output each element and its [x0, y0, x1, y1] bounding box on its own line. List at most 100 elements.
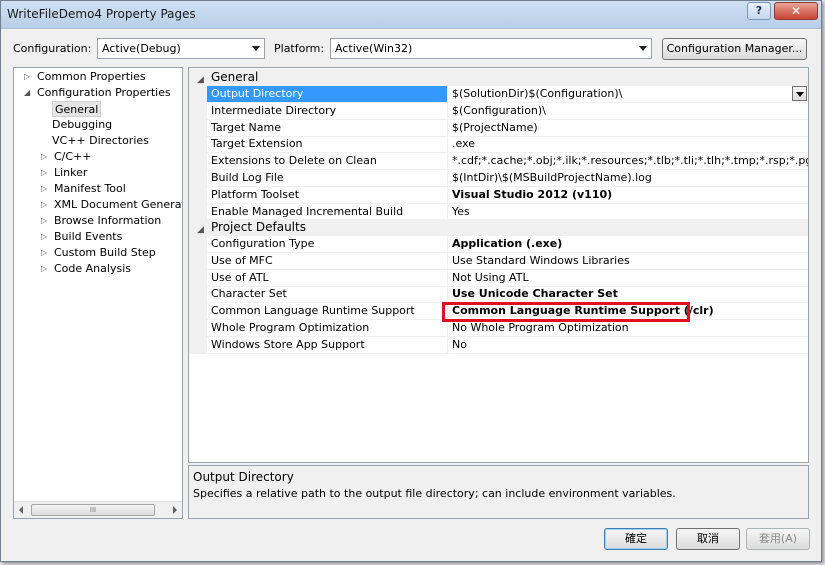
row-margin — [189, 102, 207, 120]
row-margin — [189, 86, 207, 103]
property-grid[interactable]: ◢ General Output Directory $(SolutionDir)… — [188, 67, 809, 463]
property-name[interactable]: Extensions to Delete on Clean — [207, 153, 448, 171]
expand-icon[interactable]: ▷ — [41, 213, 51, 229]
cancel-button[interactable]: 取消 — [676, 528, 740, 550]
property-row[interactable]: Configuration Type Application (.exe) — [189, 236, 808, 253]
property-row[interactable]: Use of ATL Not Using ATL — [189, 269, 808, 287]
property-row[interactable]: Build Log File $(IntDir)\$(MSBuildProject… — [189, 170, 808, 187]
property-name[interactable]: Configuration Type — [207, 236, 448, 253]
property-name[interactable]: Platform Toolset — [207, 186, 448, 204]
tree-item[interactable]: Configuration Properties — [37, 85, 171, 101]
expand-icon[interactable]: ▷ — [24, 69, 34, 85]
expand-icon[interactable]: ◢ — [24, 85, 34, 101]
platform-select[interactable]: Active(Win32) — [330, 38, 652, 59]
tree-item[interactable]: VC++ Directories — [52, 133, 149, 149]
property-row[interactable]: Target Extension .exe — [189, 136, 808, 154]
tree-item[interactable]: General — [52, 101, 102, 117]
expand-icon[interactable]: ▷ — [41, 165, 51, 181]
row-margin — [189, 153, 207, 171]
tree-item[interactable]: Linker — [54, 165, 87, 181]
property-value[interactable]: No Whole Program Optimization — [449, 320, 808, 337]
tree-item[interactable]: C/C++ — [54, 149, 92, 165]
chevron-down-icon — [639, 46, 647, 51]
expand-icon[interactable]: ▷ — [41, 229, 51, 245]
apply-button[interactable]: 套用(A) — [746, 528, 810, 550]
close-button[interactable]: ✕ — [774, 2, 818, 20]
title-bar[interactable]: WriteFileDemo4 Property Pages ? ✕ — [1, 1, 821, 29]
tree-item[interactable]: Build Events — [54, 229, 122, 245]
property-value[interactable]: .exe — [449, 136, 808, 154]
tree-horizontal-scrollbar[interactable]: III — [14, 501, 182, 518]
expand-icon[interactable]: ▷ — [41, 181, 51, 197]
row-margin — [189, 269, 207, 287]
tree-item[interactable]: Custom Build Step — [54, 245, 156, 261]
property-tree[interactable]: ▷ Common Properties ◢ Configuration Propert… — [13, 67, 183, 519]
property-value[interactable]: *.cdf;*.cache;*.obj;*.ilk;*.resources;*.… — [449, 153, 808, 171]
tree-item[interactable]: Common Properties — [37, 69, 146, 85]
configuration-label: Configuration: — [13, 42, 92, 55]
expand-icon[interactable]: ▷ — [41, 149, 51, 165]
property-value[interactable]: Use Standard Windows Libraries — [449, 253, 808, 270]
configuration-value: Active(Debug) — [102, 42, 181, 55]
property-name[interactable]: Target Extension — [207, 136, 448, 154]
category-project-defaults[interactable]: ◢ Project Defaults — [189, 219, 808, 236]
platform-value: Active(Win32) — [335, 42, 413, 55]
expand-icon[interactable]: ▷ — [41, 261, 51, 277]
property-value[interactable]: $(SolutionDir)$(Configuration)\ — [449, 86, 808, 103]
property-name[interactable]: Whole Program Optimization — [207, 320, 448, 337]
scroll-thumb[interactable]: III — [31, 504, 155, 516]
chevron-down-icon — [796, 92, 804, 97]
property-value[interactable]: Application (.exe) — [449, 236, 808, 253]
property-value[interactable]: $(Configuration)\ — [449, 103, 808, 120]
property-name[interactable]: Output Directory — [207, 86, 448, 103]
property-name[interactable]: Common Language Runtime Support — [207, 303, 448, 321]
property-name[interactable]: Intermediate Directory — [207, 102, 448, 120]
help-button[interactable]: ? — [747, 2, 771, 20]
description-title: Output Directory — [193, 470, 294, 484]
property-value[interactable]: No — [449, 337, 808, 354]
configuration-manager-button[interactable]: Configuration Manager... — [662, 38, 807, 60]
row-margin — [189, 170, 207, 187]
category-label: General — [211, 70, 259, 84]
property-name[interactable]: Windows Store App Support — [207, 336, 448, 354]
property-value[interactable]: $(ProjectName) — [449, 120, 808, 137]
property-value[interactable]: Use Unicode Character Set — [449, 286, 808, 304]
scroll-right-icon[interactable] — [173, 506, 177, 514]
property-name[interactable]: Build Log File — [207, 170, 448, 187]
value-dropdown-button[interactable] — [792, 86, 807, 101]
scroll-left-icon[interactable] — [19, 506, 23, 514]
property-name[interactable]: Use of MFC — [207, 252, 448, 270]
property-row[interactable]: Target Name $(ProjectName) — [189, 119, 808, 137]
property-value[interactable]: $(IntDir)\$(MSBuildProjectName).log — [449, 170, 808, 187]
property-value[interactable]: Visual Studio 2012 (v110) — [449, 187, 808, 204]
property-name[interactable]: Character Set — [207, 286, 448, 304]
category-general[interactable]: ◢ General — [189, 69, 808, 86]
row-margin — [189, 286, 207, 304]
tree-item[interactable]: Browse Information — [54, 213, 161, 229]
property-name[interactable]: Use of ATL — [207, 269, 448, 287]
row-margin — [189, 236, 207, 253]
property-row[interactable]: Use of MFC Use Standard Windows Libraries — [189, 252, 808, 270]
property-row[interactable]: Platform Toolset Visual Studio 2012 (v110… — [189, 186, 808, 204]
ok-button[interactable]: 確定 — [604, 528, 668, 550]
property-row[interactable]: Whole Program Optimization No Whole Progr… — [189, 320, 808, 337]
expand-icon[interactable]: ▷ — [41, 245, 51, 261]
property-value[interactable]: Not Using ATL — [449, 270, 808, 287]
category-label: Project Defaults — [211, 220, 306, 234]
chevron-down-icon — [252, 46, 260, 51]
configuration-select[interactable]: Active(Debug) — [97, 38, 265, 59]
property-row[interactable]: Windows Store App Support No — [189, 336, 808, 354]
property-row[interactable]: Extensions to Delete on Clean *.cdf;*.cac… — [189, 153, 808, 171]
tree-item[interactable]: XML Document Generator — [54, 197, 182, 213]
property-row[interactable]: Character Set Use Unicode Character Set — [189, 286, 808, 304]
expand-icon[interactable]: ▷ — [41, 197, 51, 213]
tree-item[interactable]: Manifest Tool — [54, 181, 126, 197]
property-name[interactable]: Target Name — [207, 119, 448, 137]
row-margin — [189, 186, 207, 204]
property-row[interactable]: Output Directory $(SolutionDir)$(Configur… — [189, 86, 808, 103]
property-row[interactable]: Intermediate Directory $(Configuration)\ — [189, 102, 808, 120]
tree-item[interactable]: Debugging — [52, 117, 112, 133]
tree-item[interactable]: Code Analysis — [54, 261, 131, 277]
